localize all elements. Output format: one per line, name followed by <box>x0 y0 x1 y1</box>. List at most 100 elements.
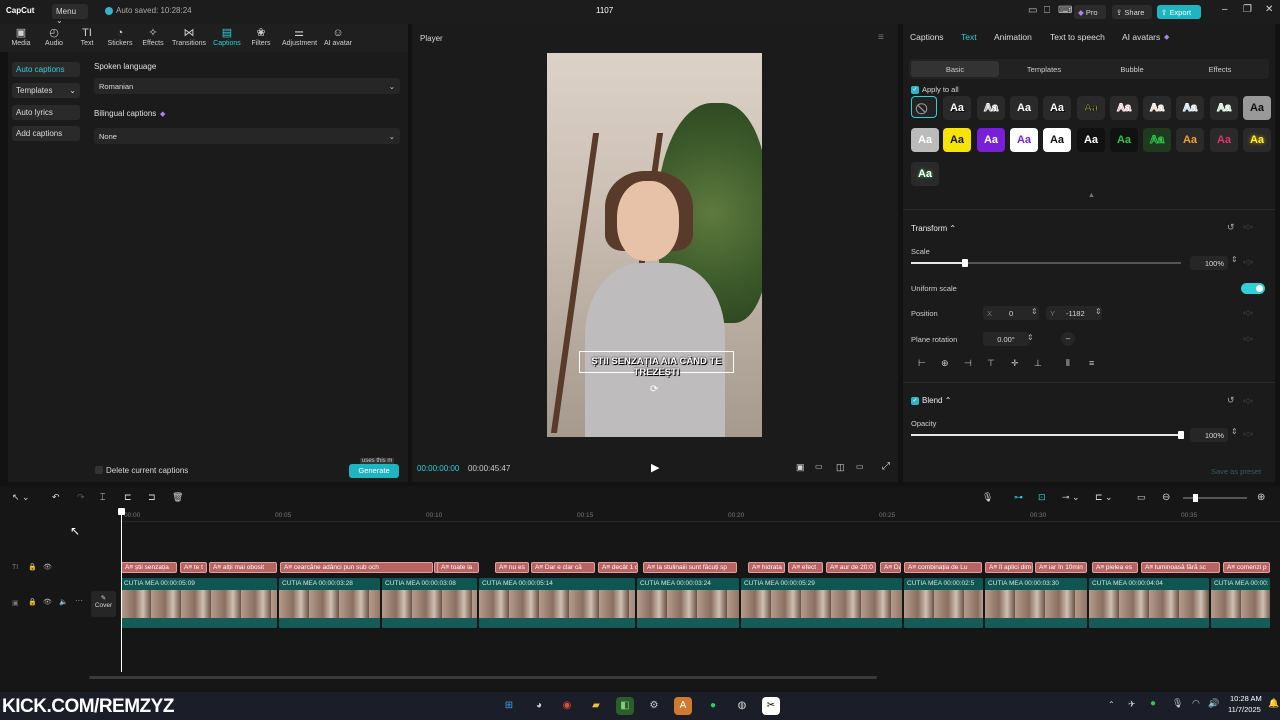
caption-clip[interactable]: A≡ iar în 10min <box>1035 562 1087 573</box>
snapshot-icon[interactable]: ▣ <box>796 462 805 473</box>
tool-transitions[interactable]: ⋈ Transitions <box>172 26 206 47</box>
capcut-taskbar-icon[interactable]: ✂ <box>762 697 780 715</box>
windows-start-icon[interactable]: ⊞ <box>500 697 518 715</box>
style-swatch[interactable]: Aa <box>1243 96 1271 120</box>
nav-add-captions[interactable]: Add captions <box>12 126 80 141</box>
close-icon[interactable]: ✕ <box>1265 4 1273 15</box>
caption-clip[interactable]: A≡ îl aplici dim <box>985 562 1033 573</box>
caption-clip[interactable]: A≡ la stulinaiii sunt făcuți sp <box>643 562 737 573</box>
caption-clip[interactable]: A≡ luminoasă fără sc <box>1141 562 1220 573</box>
bilingual-select[interactable]: None ⌄ <box>94 128 400 144</box>
style-swatch[interactable]: Aa <box>1010 96 1038 120</box>
video-clip[interactable]: CUTIA MEA 00:00: <box>1211 578 1270 628</box>
style-swatch[interactable]: Aa <box>943 96 971 120</box>
video-clip[interactable]: CUTIA MEA 00:00:02:5 <box>904 578 983 628</box>
align-bottom-icon[interactable]: ⊥ <box>1034 358 1042 369</box>
zoom-slider-handle[interactable] <box>1193 494 1198 502</box>
spotify-icon[interactable]: ● <box>704 697 722 715</box>
share-button[interactable]: ⇪ Share <box>1112 5 1152 19</box>
collapse-up-icon[interactable]: ▲ <box>1088 192 1095 199</box>
zoom-out-icon[interactable]: ⊖ <box>1162 492 1170 503</box>
caption-clip[interactable]: A≡ Dar <box>880 562 901 573</box>
blend-header[interactable]: ✓ Blend ⌃ <box>911 396 951 405</box>
nvidia-icon[interactable]: ◧ <box>616 697 634 715</box>
opacity-slider[interactable] <box>911 431 1184 439</box>
style-swatch[interactable]: Aa <box>1010 128 1038 152</box>
reset-icon[interactable]: ↺ <box>1227 222 1235 233</box>
split-left-icon[interactable]: ⊏ <box>124 492 132 503</box>
caption-clip[interactable]: A≡ toate la <box>437 562 479 573</box>
caption-clip[interactable]: A≡ nu es <box>495 562 529 573</box>
nav-auto-captions[interactable]: Auto captions <box>12 62 80 77</box>
rotation-input[interactable]: 0.00° <box>983 332 1029 346</box>
folder-icon[interactable]: ▰ <box>587 697 605 715</box>
zoom-in-icon[interactable]: ⊕ <box>1257 492 1265 503</box>
stepper-icon[interactable]: ⇕ <box>1231 427 1238 436</box>
style-swatch[interactable]: Aa <box>1110 128 1138 152</box>
spoken-language-select[interactable]: Romanian ⌄ <box>94 78 400 94</box>
undo-icon[interactable]: ↶ <box>52 492 60 503</box>
pro-button[interactable]: ◆ Pro <box>1074 5 1106 19</box>
tool-text[interactable]: TI Text <box>70 26 104 47</box>
settings-icon[interactable]: ⎕ <box>1044 5 1050 16</box>
tool-adjustment[interactable]: ⚌ Adjustment <box>282 26 317 47</box>
nav-auto-lyrics[interactable]: Auto lyrics <box>12 105 80 120</box>
link-icon[interactable]: ⊶ <box>1014 492 1023 503</box>
tool-audio[interactable]: ◴ Audio <box>37 26 71 47</box>
stepper-icon[interactable]: ⇕ <box>1231 255 1238 264</box>
video-clip[interactable]: CUTIA MEA 00:00:03:28 <box>279 578 380 628</box>
eye-icon[interactable]: 👁 <box>43 563 52 571</box>
generate-button[interactable]: Generate <box>349 464 399 478</box>
wifi-icon[interactable]: ◠ <box>1192 698 1200 709</box>
tool-filters[interactable]: ❀ Filters <box>244 26 278 47</box>
rotation-dial[interactable]: – <box>1061 332 1075 346</box>
caption-clip[interactable]: A≡ decât 1 c <box>598 562 638 573</box>
caption-clip[interactable]: A≡ te t <box>180 562 207 573</box>
quality-icon[interactable]: ▭ <box>815 462 823 471</box>
transform-header[interactable]: Transform ⌃ <box>911 224 956 233</box>
align-middle-icon[interactable]: ✛ <box>1011 358 1019 369</box>
tool-effects[interactable]: ✧ Effects <box>136 26 170 47</box>
magnet-icon[interactable]: ⊡ <box>1038 492 1046 503</box>
video-clip[interactable]: CUTIA MEA 00:00:03:30 <box>985 578 1087 628</box>
tray-status-icon[interactable]: ● <box>1150 698 1156 709</box>
distribute-h-icon[interactable]: ⫴ <box>1066 358 1070 369</box>
more-icon[interactable]: ··· <box>75 596 83 605</box>
video-clip[interactable]: CUTIA MEA 00:00:05:14 <box>479 578 635 628</box>
save-preset-button[interactable]: Save as preset <box>1211 467 1261 476</box>
zoom-slider[interactable] <box>1183 494 1247 502</box>
caption-clip[interactable]: A≡ comenzi p <box>1223 562 1270 573</box>
style-swatch[interactable]: Aa <box>943 128 971 152</box>
video-clip[interactable]: CUTIA MEA 00:00:03:24 <box>637 578 739 628</box>
keyframe-icon[interactable]: ‹◇› <box>1243 258 1253 266</box>
align-right-icon[interactable]: ⊣ <box>964 358 972 369</box>
focus-icon[interactable]: ◫ <box>836 462 845 473</box>
style-swatch[interactable]: Aa <box>1210 96 1238 120</box>
align-left-icon[interactable]: ⊢ <box>918 358 926 369</box>
style-swatch[interactable]: Aa <box>1043 128 1071 152</box>
style-swatch[interactable]: Aa <box>1176 128 1204 152</box>
scale-slider[interactable] <box>911 259 1181 267</box>
no-style-icon[interactable]: ⃠ <box>911 96 937 118</box>
style-swatch[interactable]: Aa <box>1077 96 1105 120</box>
caption-clip[interactable]: A≡ combinația de Lu <box>904 562 982 573</box>
lock-icon[interactable]: 🔒 <box>28 598 37 606</box>
caption-clip[interactable]: A≡ cearcăne adânci pun sub och <box>280 562 433 573</box>
delete-icon[interactable]: 🗑 <box>172 492 183 503</box>
volume-icon[interactable]: 🔊 <box>1208 698 1219 709</box>
preview-axis-icon[interactable]: ⊏ ⌄ <box>1095 492 1113 503</box>
video-clip[interactable]: CUTIA MEA 00:00:04:04 <box>1089 578 1209 628</box>
delete-captions-checkbox[interactable] <box>95 466 103 474</box>
chrome-icon[interactable]: ◉ <box>558 697 576 715</box>
style-swatch[interactable]: Aa <box>1176 96 1204 120</box>
position-y-input[interactable]: Y -1182 <box>1046 306 1102 320</box>
align-top-icon[interactable]: ⊤ <box>987 358 995 369</box>
tool-ai-avatar[interactable]: ☺ AI avatar <box>321 26 355 47</box>
stepper-icon[interactable]: ⇕ <box>1095 307 1102 316</box>
tray-icon[interactable]: ✈ <box>1128 699 1136 710</box>
caption-clip[interactable]: A≡ pielea es <box>1092 562 1138 573</box>
style-swatch[interactable]: Aa <box>1043 96 1071 120</box>
layout-icon[interactable]: ▭ <box>1028 5 1037 16</box>
eye-icon[interactable]: 👁 <box>43 598 52 606</box>
style-swatch[interactable]: Aa <box>977 96 1005 120</box>
